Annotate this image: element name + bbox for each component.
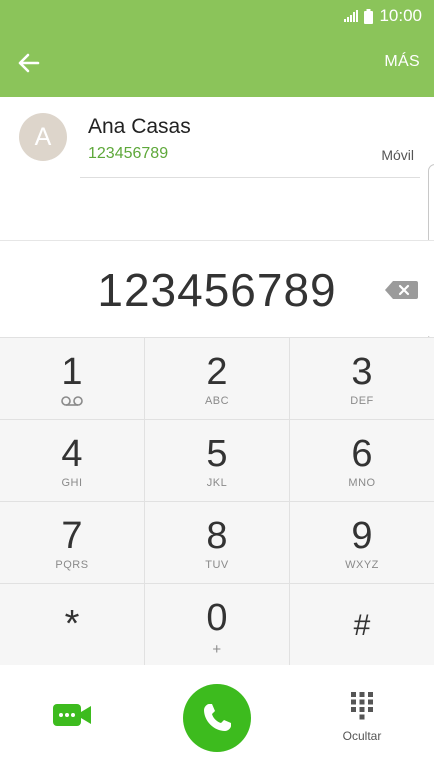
key-3[interactable]: 3 DEF xyxy=(290,338,434,420)
key-8[interactable]: 8 TUV xyxy=(145,502,290,584)
key-digit: 1 xyxy=(61,351,83,393)
number-display: 123456789 xyxy=(0,240,434,336)
backspace-icon[interactable] xyxy=(385,281,418,299)
app-bar: MÁS xyxy=(0,32,434,97)
status-icons: 10:00 xyxy=(344,6,422,26)
contact-name: Ana Casas xyxy=(88,115,191,138)
key-digit: * xyxy=(64,603,80,645)
signal-icon xyxy=(344,10,359,22)
dialpad: 1 2 ABC 3 DEF 4 GHI 5 JKL 6 MNO 7 PQRS 8… xyxy=(0,337,434,666)
suggestions-empty-area xyxy=(0,182,434,240)
key-digit: 9 xyxy=(351,515,373,557)
hide-label: Ocultar xyxy=(342,729,382,743)
key-digit: 2 xyxy=(206,351,228,393)
key-6[interactable]: 6 MNO xyxy=(290,420,434,502)
key-digit: 0 xyxy=(206,597,228,639)
status-bar: 10:00 xyxy=(0,0,434,32)
key-digit: 7 xyxy=(61,515,83,557)
key-2[interactable]: 2 ABC xyxy=(145,338,290,420)
key-letters: ABC xyxy=(204,395,230,407)
key-letters: WXYZ xyxy=(345,559,379,571)
key-1[interactable]: 1 xyxy=(0,338,145,420)
key-letters: + xyxy=(212,641,222,658)
key-digit: 8 xyxy=(206,515,228,557)
key-letters: PQRS xyxy=(55,559,89,571)
dialpad-icon xyxy=(351,692,373,720)
call-button[interactable] xyxy=(183,684,251,752)
hide-dialpad-button[interactable]: Ocultar xyxy=(331,691,393,751)
arrow-left-icon xyxy=(18,53,40,73)
key-digit: 4 xyxy=(61,433,83,475)
key-digit: 6 xyxy=(351,433,373,475)
key-letters: MNO xyxy=(348,477,376,489)
key-letters: TUV xyxy=(205,559,229,571)
more-button[interactable]: MÁS xyxy=(384,53,420,71)
key-7[interactable]: 7 PQRS xyxy=(0,502,145,584)
key-letters: DEF xyxy=(350,395,374,407)
avatar: A xyxy=(19,113,67,161)
status-time: 10:00 xyxy=(379,6,422,25)
key-digit: 3 xyxy=(351,351,373,393)
battery-icon xyxy=(364,8,374,24)
key-star[interactable]: * xyxy=(0,584,145,666)
key-9[interactable]: 9 WXYZ xyxy=(290,502,434,584)
key-4[interactable]: 4 GHI xyxy=(0,420,145,502)
dialed-number[interactable]: 123456789 xyxy=(0,263,434,317)
contact-type: Móvil xyxy=(381,147,414,163)
phone-icon xyxy=(204,704,231,731)
voicemail-icon xyxy=(61,396,83,406)
key-5[interactable]: 5 JKL xyxy=(145,420,290,502)
contact-suggestion[interactable]: A Ana Casas 123456789 Móvil xyxy=(0,97,434,182)
bottom-bar: Ocultar xyxy=(0,665,434,771)
divider xyxy=(80,177,420,178)
contact-number: 123456789 xyxy=(88,145,169,162)
video-call-icon[interactable] xyxy=(51,701,93,729)
key-letters: GHI xyxy=(61,477,83,489)
key-digit: # xyxy=(353,609,371,642)
back-button[interactable] xyxy=(12,48,46,78)
key-letters: JKL xyxy=(206,477,228,489)
key-0[interactable]: 0 + xyxy=(145,584,290,666)
key-hash[interactable]: # xyxy=(290,584,434,666)
key-digit: 5 xyxy=(206,433,228,475)
